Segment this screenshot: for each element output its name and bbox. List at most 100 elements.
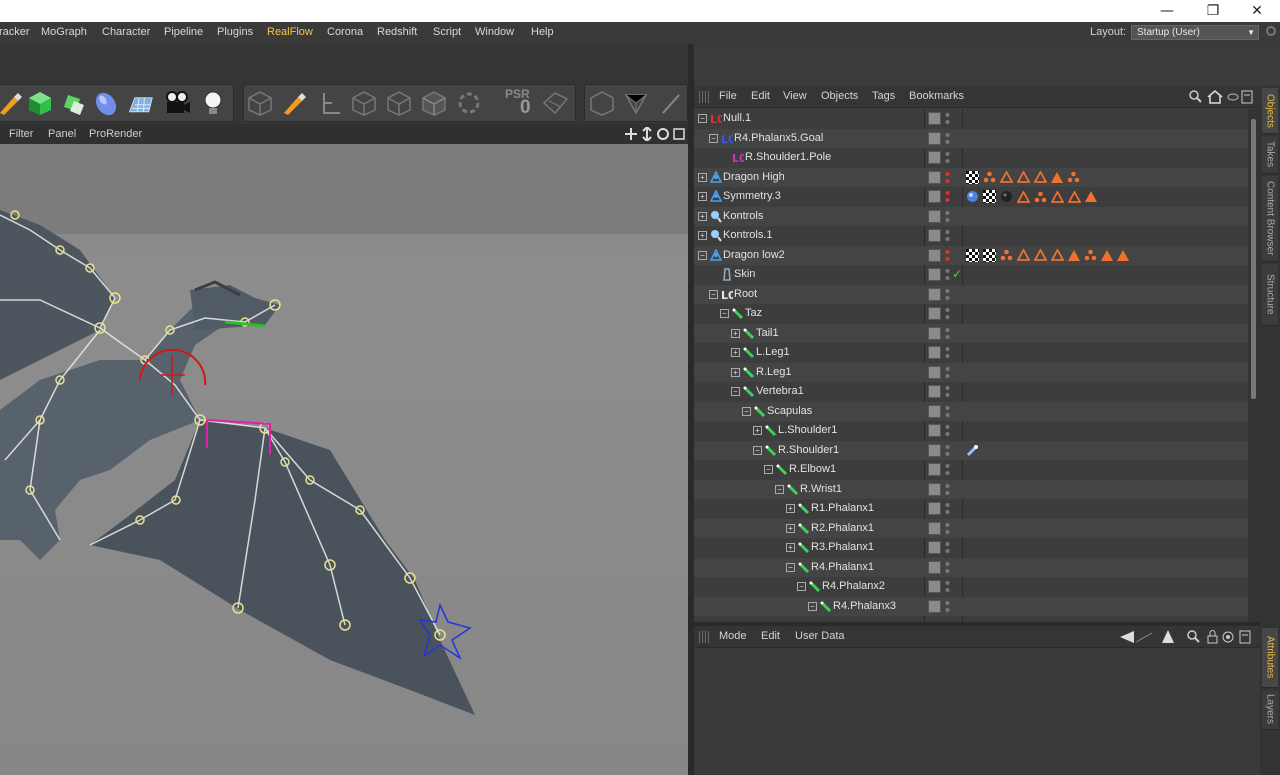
object-row[interactable]: − R.Elbow1: [694, 460, 1248, 480]
weight-tag-icon[interactable]: [1085, 191, 1097, 202]
object-row[interactable]: + R1.Phalanx1: [694, 499, 1248, 519]
menu-realflow[interactable]: RealFlow: [267, 26, 313, 38]
collapse-icon[interactable]: −: [698, 250, 707, 260]
om-menu-edit[interactable]: Edit: [751, 90, 770, 102]
search-icon[interactable]: [1266, 26, 1276, 36]
visibility-dots-icon[interactable]: [945, 600, 950, 613]
menu-mograph[interactable]: MoGraph: [41, 26, 87, 38]
point-selection-tag-icon[interactable]: [1000, 249, 1013, 261]
collapse-icon[interactable]: −: [698, 114, 707, 123]
object-row[interactable]: − Taz: [694, 304, 1248, 324]
om-header-icons[interactable]: [1188, 89, 1258, 105]
object-row[interactable]: L0 R.Shoulder1.Pole: [694, 148, 1248, 168]
generator-icon[interactable]: [58, 89, 86, 117]
visibility-dots-icon[interactable]: [945, 405, 950, 418]
camera-icon[interactable]: [163, 89, 191, 117]
layer-toggle[interactable]: [928, 463, 941, 476]
points-mode-icon[interactable]: [350, 89, 378, 117]
layer-toggle[interactable]: [928, 541, 941, 554]
expand-icon[interactable]: +: [786, 504, 795, 513]
collapse-icon[interactable]: −: [808, 601, 817, 611]
expand-icon[interactable]: +: [753, 426, 762, 435]
layer-toggle[interactable]: [928, 424, 941, 437]
layer-toggle[interactable]: [928, 151, 941, 164]
visibility-dots-icon[interactable]: [945, 327, 950, 340]
collapse-icon[interactable]: −: [786, 562, 795, 572]
object-row[interactable]: + Dragon High: [694, 167, 1248, 187]
object-row[interactable]: − R.Wrist1: [694, 479, 1248, 499]
deformer-icon[interactable]: [92, 89, 120, 117]
close-button[interactable]: ✕: [1234, 0, 1280, 22]
viewport-menu-filter[interactable]: Filter: [9, 128, 33, 140]
selection-tag-icon[interactable]: [1034, 171, 1047, 183]
tab-takes[interactable]: Takes: [1262, 136, 1278, 174]
am-header-icons[interactable]: [1118, 629, 1258, 645]
minimize-button[interactable]: —: [1144, 0, 1190, 22]
selection-tag-icon[interactable]: [1017, 171, 1030, 183]
snap-icon[interactable]: [455, 89, 483, 117]
axis-mode-icon[interactable]: [316, 89, 344, 117]
tab-layers[interactable]: Layers: [1262, 690, 1278, 730]
am-menu-mode[interactable]: Mode: [719, 630, 747, 642]
menu-help[interactable]: Help: [531, 26, 554, 38]
expand-icon[interactable]: +: [786, 523, 795, 533]
selection-tag-icon[interactable]: [1000, 171, 1013, 183]
light-bulb-icon[interactable]: [199, 89, 227, 117]
collapse-icon[interactable]: −: [797, 582, 806, 591]
layer-toggle[interactable]: [928, 268, 941, 281]
floor-grid-icon[interactable]: [126, 89, 154, 117]
layer-toggle[interactable]: [928, 599, 941, 613]
layer-toggle[interactable]: [928, 326, 941, 340]
texture-tag-icon[interactable]: [966, 170, 979, 184]
viewport-nav-icons[interactable]: [624, 127, 688, 141]
material-tag-icon[interactable]: [1000, 190, 1013, 203]
weight-tag-icon[interactable]: [1117, 249, 1129, 261]
layer-toggle[interactable]: [928, 560, 941, 574]
layer-toggle[interactable]: [928, 580, 941, 593]
viewport-menu-prorender[interactable]: ProRender: [89, 128, 142, 140]
layer-toggle[interactable]: [928, 443, 941, 457]
expand-icon[interactable]: +: [786, 543, 795, 552]
collapse-icon[interactable]: −: [731, 387, 740, 396]
object-row[interactable]: − L0 R4.Phalanx5.Goal: [694, 128, 1248, 148]
selection-tag-icon[interactable]: [1068, 190, 1081, 203]
layer-toggle[interactable]: [928, 248, 941, 262]
visibility-dots-icon[interactable]: [945, 580, 950, 593]
om-scroll-thumb[interactable]: [1251, 119, 1256, 399]
pen-tool-icon[interactable]: [657, 89, 685, 117]
layer-toggle[interactable]: [928, 170, 941, 184]
point-selection-tag-icon[interactable]: [1034, 191, 1047, 203]
grip-icon[interactable]: [699, 631, 711, 643]
collapse-icon[interactable]: −: [709, 289, 718, 299]
collapse-icon[interactable]: −: [753, 445, 762, 455]
visibility-dots-icon[interactable]: [945, 190, 950, 203]
object-row[interactable]: − L0 Root: [694, 284, 1248, 304]
visibility-dots-icon[interactable]: [945, 268, 950, 281]
visibility-dots-icon[interactable]: [945, 561, 950, 574]
menu-character[interactable]: Character: [102, 26, 150, 38]
brush-icon[interactable]: [0, 89, 24, 117]
expand-icon[interactable]: +: [698, 192, 707, 201]
selection-tag-icon[interactable]: [1017, 190, 1030, 203]
om-menu-tags[interactable]: Tags: [872, 90, 895, 102]
viewport-menu-panel[interactable]: Panel: [48, 128, 76, 140]
menu-window[interactable]: Window: [475, 26, 514, 38]
render-view-icon[interactable]: [588, 89, 616, 117]
object-row[interactable]: − R.Shoulder1: [694, 440, 1248, 460]
object-row[interactable]: − R4.Phalanx3: [694, 596, 1248, 616]
selection-tag-icon[interactable]: [1051, 190, 1064, 203]
layer-toggle[interactable]: [928, 131, 941, 145]
edges-mode-icon[interactable]: [385, 89, 413, 117]
enabled-check-icon[interactable]: ✓: [952, 267, 962, 281]
object-row[interactable]: + L.Leg1: [694, 343, 1248, 363]
visibility-dots-icon[interactable]: [945, 463, 950, 476]
am-menu-user-data[interactable]: User Data: [795, 630, 845, 642]
point-selection-tag-icon[interactable]: [1067, 171, 1080, 183]
selection-tag-icon[interactable]: [1034, 249, 1047, 261]
weight-tag-icon[interactable]: [1101, 249, 1113, 261]
visibility-dots-icon[interactable]: [945, 366, 950, 379]
menu-pipeline[interactable]: Pipeline: [164, 26, 203, 38]
menu-redshift[interactable]: Redshift: [377, 26, 417, 38]
weight-tag-icon[interactable]: [1068, 249, 1080, 261]
model-mode-icon[interactable]: [246, 89, 274, 117]
